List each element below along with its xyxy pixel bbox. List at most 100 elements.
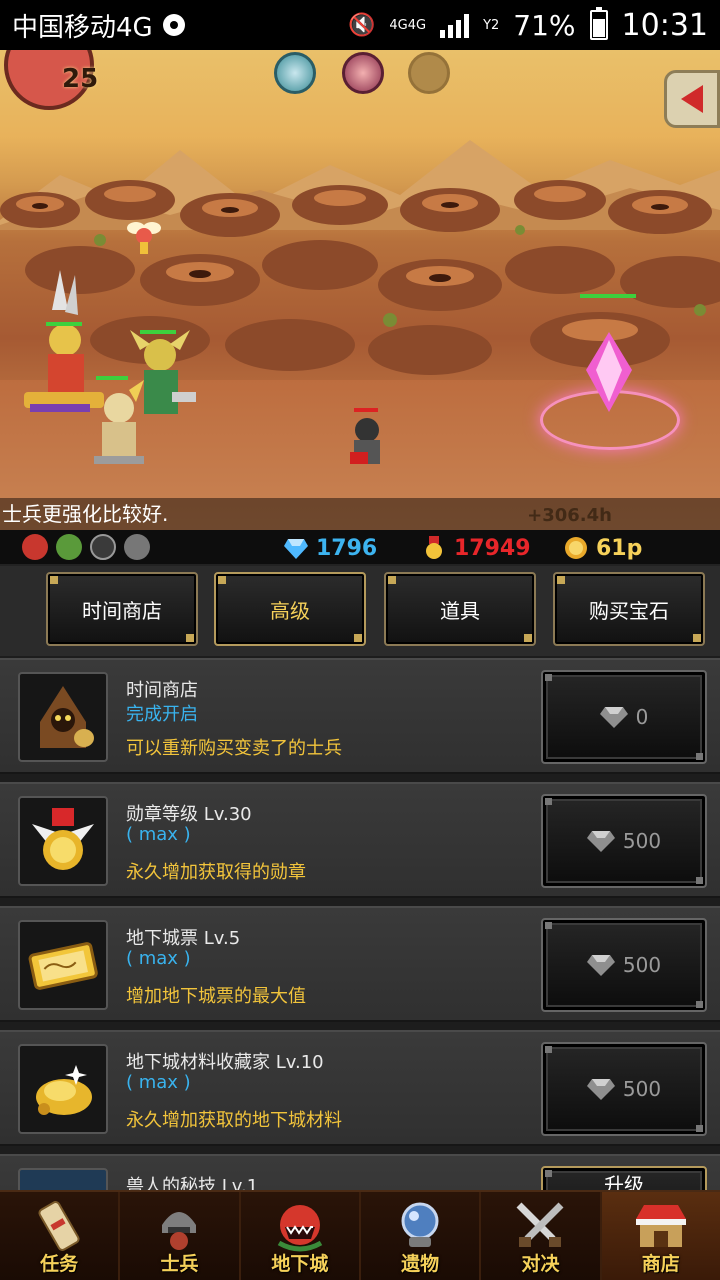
hp-bar (96, 376, 128, 380)
nav-label: 士兵 (160, 1253, 199, 1275)
party-member-icon[interactable] (90, 534, 116, 560)
nav-label: 地下城 (271, 1253, 329, 1275)
hp-bar (46, 322, 82, 326)
buff-empty-slot[interactable] (408, 52, 450, 94)
nav-label: 对决 (521, 1253, 560, 1275)
nav-label: 任务 (40, 1253, 79, 1275)
monster-plant-icon (270, 1198, 330, 1254)
diamond-icon (586, 955, 615, 976)
party-member-icon[interactable] (22, 534, 48, 560)
hp-bar (140, 330, 176, 334)
scroll-icon (29, 1198, 89, 1254)
bottom-nav: 任务 士兵 地下城 遗物 对决 商店 (0, 1190, 720, 1280)
gem-counter: 1796 (284, 530, 377, 566)
item-price: 500 (622, 953, 662, 977)
buff-flower-icon[interactable] (342, 52, 384, 94)
coin-count: 61p (596, 535, 643, 561)
item-title: 兽人的秘技 Lv.1 (126, 1176, 259, 1190)
party-member-icon[interactable] (56, 534, 82, 560)
item-status: 完成开启 (126, 704, 198, 725)
enemy-soldier[interactable] (344, 412, 390, 472)
upgrade-button[interactable]: 升级 (541, 1166, 707, 1190)
item-description: 可以重新购买变卖了的士兵 (126, 738, 342, 759)
buy-button[interactable]: 500 (541, 1042, 707, 1136)
crystal-hp-bar (580, 294, 636, 298)
sim-indicator: Y2 (483, 17, 500, 33)
diamond-icon (586, 1079, 615, 1100)
nav-shop[interactable]: 商店 (601, 1192, 720, 1280)
nav-duel[interactable]: 对决 (481, 1192, 602, 1280)
tab-buy-gems[interactable]: 购买宝石 (553, 572, 705, 646)
party-portraits (22, 534, 150, 560)
item-title: 地下城材料收藏家 Lv.10 (126, 1052, 324, 1073)
item-price: 500 (622, 829, 662, 853)
battery-percent: 71% (513, 8, 576, 42)
orc-secret-icon (18, 1168, 108, 1190)
gem-count: 1796 (316, 535, 378, 561)
enemy-crystal[interactable] (586, 332, 632, 412)
list-item: 时间商店 完成开启 可以重新购买变卖了的士兵 0 (0, 658, 720, 774)
battle-scene[interactable]: 25 +306.4h 士兵更强化比较好. (0, 50, 720, 530)
battery-icon (589, 7, 608, 40)
item-description: 增加地下城票的最大值 (126, 986, 306, 1007)
item-status: ( max ) (126, 948, 191, 969)
back-arrow-icon (681, 85, 703, 113)
soldier-helmet-icon (149, 1198, 209, 1254)
allied-soldier[interactable] (84, 380, 154, 470)
item-price: 0 (635, 705, 649, 729)
medal-count: 17949 (454, 535, 531, 561)
resource-bar: 1796 17949 61p (0, 530, 720, 566)
party-member-icon[interactable] (124, 534, 150, 560)
relic-orb-icon (390, 1198, 450, 1254)
shop-tabs: 时间商店 高级 道具 购买宝石 (0, 566, 720, 656)
list-item: 地下城材料收藏家 Lv.10 ( max ) 永久增加获取的地下城材料 500 (0, 1030, 720, 1146)
nav-label: 遗物 (401, 1253, 440, 1275)
ticket-icon (18, 920, 108, 1010)
diamond-icon (586, 831, 615, 852)
diamond-icon (284, 539, 308, 559)
item-title: 时间商店 (126, 680, 198, 701)
item-price: 500 (622, 1077, 662, 1101)
fairy-ally[interactable] (126, 216, 162, 256)
medal-icon (18, 796, 108, 886)
nav-soldiers[interactable]: 士兵 (120, 1192, 241, 1280)
buy-button[interactable]: 0 (541, 670, 707, 764)
buff-skull-icon[interactable] (274, 52, 316, 94)
nav-label: 商店 (641, 1253, 680, 1275)
signal-icon (440, 12, 470, 38)
nav-quests[interactable]: 任务 (0, 1192, 121, 1280)
item-description: 永久增加获取的地下城材料 (126, 1110, 342, 1131)
hero-level: 25 (62, 64, 99, 94)
nav-dungeon[interactable]: 地下城 (241, 1192, 361, 1280)
tab-time-shop[interactable]: 时间商店 (46, 572, 198, 646)
scene-message: 士兵更强化比较好. (0, 498, 720, 530)
coin-counter: 61p (564, 530, 642, 566)
clock: 10:31 (621, 7, 708, 43)
item-title: 勋章等级 Lv.30 (126, 804, 252, 825)
vibrate-mute-icon: 🔇 (347, 12, 376, 38)
tab-items[interactable]: 道具 (384, 572, 536, 646)
buy-button[interactable]: 500 (541, 918, 707, 1012)
list-item: 兽人的秘技 Lv.1 升级 (0, 1154, 720, 1190)
item-status: ( max ) (126, 1072, 191, 1093)
item-description: 永久增加获取得的勋章 (126, 862, 306, 883)
crossed-swords-icon (510, 1198, 570, 1254)
network-type: 4G4G (389, 17, 427, 33)
item-status: ( max ) (126, 824, 191, 845)
gold-ore-icon (18, 1044, 108, 1134)
upgrade-label: 升级 (604, 1172, 644, 1191)
status-bar: 中国移动4G 🔇 4G4G Y2 71% 10:31 (0, 0, 720, 50)
collapse-panel-button[interactable] (664, 70, 720, 128)
item-title: 地下城票 Lv.5 (126, 928, 241, 949)
shop-icon (631, 1198, 691, 1254)
list-item: 勋章等级 Lv.30 ( max ) 永久增加获取得的勋章 500 (0, 782, 720, 898)
buy-button[interactable]: 500 (541, 794, 707, 888)
tab-premium[interactable]: 高级 (214, 572, 366, 646)
shop-item-list[interactable]: 时间商店 完成开启 可以重新购买变卖了的士兵 0 勋章等级 Lv.30 ( ma… (0, 656, 720, 1190)
diamond-icon (599, 707, 628, 728)
enemy-hp-bar (354, 408, 378, 412)
medal-counter: 17949 (422, 530, 531, 566)
coin-icon (565, 537, 587, 559)
nav-relics[interactable]: 遗物 (361, 1192, 482, 1280)
medal-icon (426, 536, 442, 559)
